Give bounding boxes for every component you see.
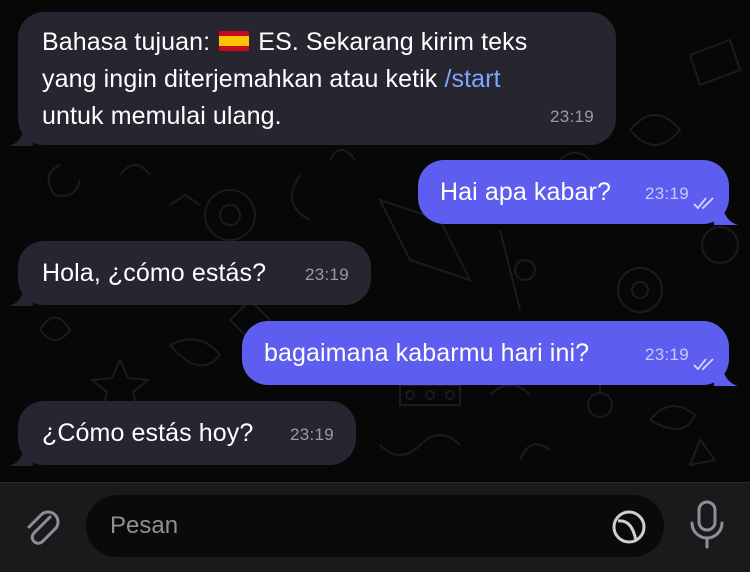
double-check-icon: [693, 197, 714, 210]
message-incoming[interactable]: ¿Cómo estás hoy? 23:19: [9, 401, 356, 466]
message-text: Hai apa kabar?: [440, 178, 611, 206]
message-text: Bahasa tujuan: ES. Sekarang kirim teks: [42, 28, 528, 56]
chat-area[interactable]: Bahasa tujuan: ES. Sekarang kirim teks y…: [0, 0, 750, 482]
bubble-tail: [9, 284, 33, 306]
microphone-icon[interactable]: [685, 499, 729, 551]
message-text: Hola, ¿cómo estás?: [42, 259, 267, 287]
double-check-icon: [693, 358, 714, 371]
message-outgoing[interactable]: Hai apa kabar? 23:19: [418, 160, 738, 225]
message-incoming[interactable]: Hola, ¿cómo estás? 23:19: [9, 241, 371, 306]
bubble-tail: [714, 203, 738, 225]
paperclip-icon[interactable]: [20, 505, 64, 549]
message-input[interactable]: Pesan: [86, 495, 664, 557]
sticker-icon[interactable]: [610, 508, 648, 546]
message-input-bar: Pesan: [0, 482, 750, 572]
message-time: 23:19: [304, 265, 349, 284]
bubble-tail: [714, 364, 738, 386]
spain-flag-icon: [219, 31, 250, 51]
message-input-placeholder: Pesan: [110, 512, 179, 539]
message-text: ¿Cómo estás hoy?: [42, 419, 254, 447]
bubble-tail: [9, 124, 33, 146]
message-time: 23:19: [549, 107, 594, 126]
message-incoming[interactable]: Bahasa tujuan: ES. Sekarang kirim teks y…: [9, 12, 616, 146]
bubble-tail: [9, 444, 33, 466]
message-text: bagaimana kabarmu hari ini?: [264, 339, 590, 367]
message-time: 23:19: [644, 184, 689, 203]
message-time: 23:19: [289, 425, 334, 444]
message-time: 23:19: [644, 345, 689, 364]
start-command-link[interactable]: /start: [444, 65, 500, 93]
message-outgoing[interactable]: bagaimana kabarmu hari ini? 23:19: [242, 321, 738, 386]
